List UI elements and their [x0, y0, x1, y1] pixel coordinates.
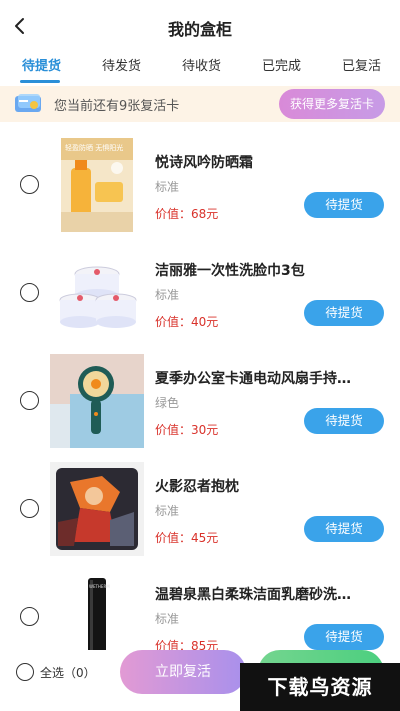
pillow-image[interactable]: [50, 462, 144, 556]
item-price: 价值：45元: [155, 531, 219, 545]
item-price: 价值：85元: [155, 639, 219, 650]
item-select-radio[interactable]: [20, 607, 39, 626]
pick-up-button[interactable]: 待提货: [304, 516, 384, 542]
select-all-text: 全选: [40, 666, 65, 680]
item-name: 温碧泉黑白柔珠洁面乳磨砂洗…: [155, 587, 351, 603]
item-spec: 标准: [155, 288, 180, 302]
get-more-cards-button[interactable]: 获得更多复活卡: [279, 89, 385, 119]
item-spec: 标准: [155, 180, 180, 194]
tab-to-ship[interactable]: 待发货: [102, 52, 141, 82]
item-price: 价值：68元: [155, 207, 219, 221]
revive-now-button[interactable]: 立即复活: [120, 650, 246, 694]
item-select-radio[interactable]: [20, 283, 39, 302]
list-item: 夏季办公室卡通电动风扇手持… 绿色 价值：30元 待提货: [0, 346, 400, 454]
revive-card-count: 您当前还有9张复活卡: [54, 99, 180, 114]
list-item: 火影忍者抱枕 标准 价值：45元 待提货: [0, 454, 400, 562]
item-select-radio[interactable]: [20, 499, 39, 518]
tab-revived[interactable]: 已复活: [342, 52, 381, 82]
item-name: 悦诗风吟防晒霜: [155, 155, 253, 171]
page-title: 我的盒柜: [167, 20, 232, 39]
list-item: 轻盈防晒 无惧阳光 悦诗风吟防晒霜 标准 价值：68元 待提货: [0, 130, 400, 238]
status-tabs: 待提货 待发货 待收货 已完成 已复活: [0, 52, 400, 84]
selected-count: （0）: [64, 666, 96, 680]
list-item: 洁丽雅一次性洗脸巾3包 标准 价值：40元 待提货: [0, 238, 400, 346]
item-spec: 标准: [155, 504, 180, 518]
sunscreen-image[interactable]: 轻盈防晒 无惧阳光: [61, 138, 133, 232]
cleanser-brand-text: WETHERM: [89, 584, 110, 589]
tab-to-receive[interactable]: 待收货: [182, 52, 221, 82]
item-name: 洁丽雅一次性洗脸巾3包: [155, 263, 305, 279]
watermark-logo: 下载鸟资源: [240, 663, 400, 711]
pick-up-button[interactable]: 待提货: [304, 408, 384, 434]
item-select-radio[interactable]: [20, 175, 39, 194]
item-spec: 绿色: [155, 396, 180, 410]
item-price: 价值：40元: [155, 315, 219, 329]
select-all-radio[interactable]: [16, 663, 34, 681]
item-select-radio[interactable]: [20, 391, 39, 410]
sunscreen-image-caption: 轻盈防晒 无惧阳光: [65, 144, 124, 152]
tab-completed[interactable]: 已完成: [262, 52, 301, 82]
pick-up-button[interactable]: 待提货: [304, 624, 384, 650]
item-price: 价值：30元: [155, 423, 219, 437]
header-bar: 我的盒柜: [0, 0, 400, 52]
list-item: WETHERM 温碧泉黑白柔珠洁面乳磨砂洗… 标准 价值：85元 待提货: [0, 562, 400, 650]
item-spec: 标准: [155, 612, 180, 626]
tab-to-pick-up[interactable]: 待提货: [22, 52, 61, 82]
pick-up-button[interactable]: 待提货: [304, 192, 384, 218]
active-tab-indicator: [20, 80, 60, 83]
cleanser-image[interactable]: WETHERM: [50, 570, 144, 650]
pick-up-button[interactable]: 待提货: [304, 300, 384, 326]
card-icon: [14, 94, 44, 114]
fan-image[interactable]: [50, 354, 144, 448]
item-list: 轻盈防晒 无惧阳光 悦诗风吟防晒霜 标准 价值：68元 待提货 洁丽雅一次性洗脸…: [0, 130, 400, 650]
item-name: 夏季办公室卡通电动风扇手持…: [155, 371, 351, 387]
select-all-label[interactable]: 全选（0）: [40, 664, 96, 681]
face-towel-image[interactable]: [50, 246, 144, 340]
item-name: 火影忍者抱枕: [155, 479, 239, 495]
